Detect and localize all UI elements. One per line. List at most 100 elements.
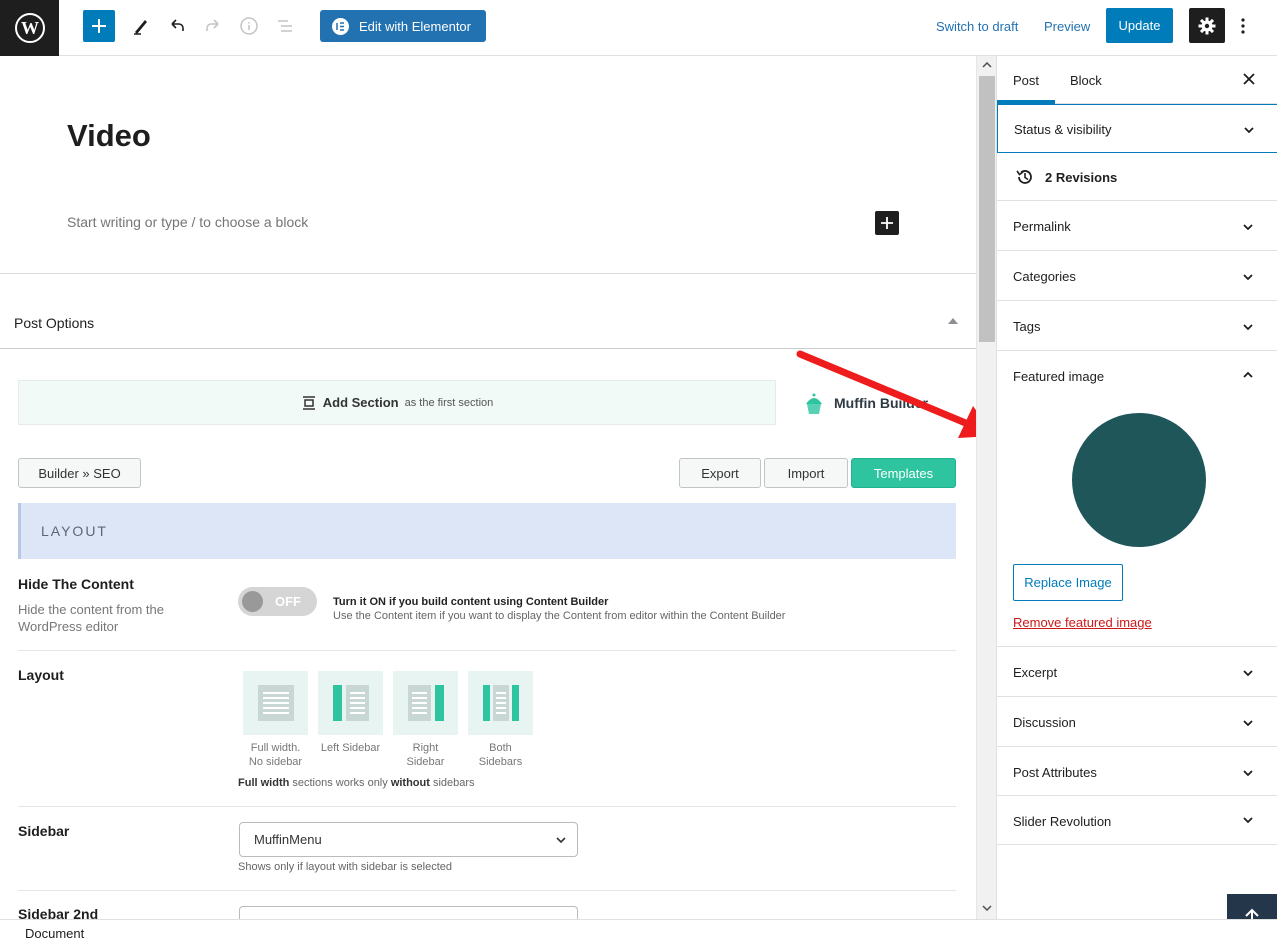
builder-seo-button[interactable]: Builder » SEO (18, 458, 141, 488)
add-section-label: Add Section (322, 395, 399, 410)
settings-gear-icon[interactable] (1189, 8, 1225, 43)
scrollbar-thumb[interactable] (979, 76, 995, 342)
editor-scrollbar[interactable] (976, 56, 996, 919)
full-width-thumbnail-icon (243, 671, 308, 735)
sidebar-label: Sidebar (18, 823, 70, 839)
left-sidebar-thumbnail-icon (318, 671, 383, 735)
add-block-button[interactable] (83, 10, 115, 42)
redo-icon[interactable] (199, 12, 227, 40)
layout-option-full-width[interactable]: Full width. No sidebar (243, 671, 308, 769)
layout-note-bold: without (390, 777, 430, 789)
editor-footer: Document (0, 919, 1277, 939)
post-options-title[interactable]: Post Options (14, 315, 94, 331)
divider (18, 890, 956, 891)
wordpress-logo-icon[interactable]: W (0, 0, 59, 56)
revisions-label: 2 Revisions (1045, 170, 1118, 185)
edit-with-elementor-button[interactable]: Edit with Elementor (320, 10, 486, 42)
layout-caption: Full width. (250, 742, 301, 754)
layout-option-right-sidebar[interactable]: Right Sidebar (393, 671, 458, 769)
annotation-arrow-icon (796, 350, 976, 438)
toggle-knob (242, 591, 263, 612)
chevron-down-icon (1243, 720, 1253, 727)
divider (18, 650, 956, 651)
elementor-icon (332, 17, 349, 35)
templates-button[interactable]: Templates (851, 458, 956, 488)
chevron-down-icon (1244, 127, 1254, 134)
post-title[interactable]: Video (67, 118, 151, 154)
scroll-down-arrow-icon[interactable] (977, 902, 997, 914)
scroll-up-arrow-icon[interactable] (977, 60, 997, 70)
breadcrumb-document[interactable]: Document (25, 926, 84, 939)
panel-revisions[interactable]: 2 Revisions (997, 153, 1277, 201)
info-icon[interactable] (235, 12, 263, 40)
import-button[interactable]: Import (764, 458, 848, 488)
chevron-down-icon (1243, 324, 1253, 331)
block-placeholder[interactable]: Start writing or type / to choose a bloc… (67, 214, 308, 230)
hide-content-label: Hide The Content (18, 576, 134, 592)
hide-content-toggle[interactable]: OFF (238, 587, 317, 616)
update-button[interactable]: Update (1106, 8, 1173, 43)
panel-post-attributes[interactable]: Post Attributes (997, 747, 1277, 796)
close-icon[interactable] (1242, 72, 1256, 86)
panel-title[interactable]: Featured image (1013, 369, 1104, 384)
layout-note: Full width sections works only without s… (238, 777, 475, 789)
remove-featured-image-link[interactable]: Remove featured image (1013, 615, 1152, 630)
edit-with-elementor-label: Edit with Elementor (359, 18, 471, 34)
replace-image-button[interactable]: Replace Image (1013, 564, 1123, 601)
layout-caption: No sidebar (248, 756, 303, 768)
panel-title: Excerpt (1013, 665, 1058, 680)
divider (0, 273, 976, 274)
add-section-icon (302, 395, 315, 410)
preview-button[interactable]: Preview (1044, 19, 1090, 34)
layout-option-left-sidebar[interactable]: Left Sidebar (318, 671, 383, 755)
right-sidebar-thumbnail-icon (393, 671, 458, 735)
collapse-caret-icon[interactable] (948, 318, 958, 324)
edit-pencil-icon[interactable] (127, 12, 155, 40)
sidebar-2nd-label: Sidebar 2nd (18, 906, 99, 919)
layout-caption: Sidebar (406, 756, 445, 768)
add-section-button[interactable]: Add Section as the first section (18, 380, 776, 425)
tab-post[interactable]: Post (1013, 73, 1039, 88)
hide-content-note-text: Use the Content item if you want to disp… (333, 610, 786, 622)
hide-content-note-bold: Turn it ON if you build content using Co… (333, 596, 609, 608)
layout-caption: Right (412, 742, 439, 754)
panel-categories[interactable]: Categories (997, 251, 1277, 301)
more-options-icon[interactable] (1233, 12, 1253, 40)
layout-note-text: sidebars (429, 777, 475, 789)
sidebar-select[interactable]: MuffinMenu (239, 822, 578, 857)
panel-title: Categories (1013, 269, 1076, 284)
toggle-state-label: OFF (275, 594, 301, 609)
chevron-down-icon (1243, 770, 1253, 777)
panel-title: Post Attributes (1013, 765, 1097, 780)
panel-discussion[interactable]: Discussion (997, 697, 1277, 747)
chevron-down-icon (1243, 670, 1253, 677)
panel-title: Permalink (1013, 219, 1071, 234)
layout-note-bold: Full width (238, 777, 290, 789)
list-view-icon[interactable] (271, 12, 299, 40)
export-button[interactable]: Export (679, 458, 761, 488)
panel-slider-revolution[interactable]: Slider Revolution (997, 796, 1277, 845)
sidebar-select-value: MuffinMenu (254, 832, 322, 847)
chevron-down-icon (1243, 224, 1253, 231)
add-section-sublabel: as the first section (404, 396, 494, 409)
layout-section-heading: LAYOUT (18, 503, 956, 559)
panel-title: Discussion (1013, 715, 1076, 730)
panel-excerpt[interactable]: Excerpt (997, 647, 1277, 697)
panel-status-visibility[interactable]: Status & visibility (997, 104, 1277, 153)
featured-image-preview[interactable] (1072, 413, 1206, 547)
panel-permalink[interactable]: Permalink (997, 201, 1277, 251)
editor-canvas: Video Start writing or type / to choose … (0, 56, 976, 919)
tab-block[interactable]: Block (1070, 73, 1102, 88)
undo-icon[interactable] (163, 12, 191, 40)
inline-add-block-button[interactable] (875, 211, 899, 235)
chevron-up-icon[interactable] (1242, 369, 1254, 381)
chevron-down-icon (556, 837, 566, 844)
layout-note-text: sections works only (289, 777, 391, 789)
switch-to-draft-button[interactable]: Switch to draft (936, 19, 1018, 34)
panel-tags[interactable]: Tags (997, 301, 1277, 351)
sidebar-2nd-select[interactable] (239, 906, 578, 919)
layout-option-both-sidebars[interactable]: Both Sidebars (468, 671, 533, 769)
panel-title: Tags (1013, 319, 1041, 334)
chevron-down-icon (1243, 274, 1253, 281)
both-sidebars-thumbnail-icon (468, 671, 533, 735)
